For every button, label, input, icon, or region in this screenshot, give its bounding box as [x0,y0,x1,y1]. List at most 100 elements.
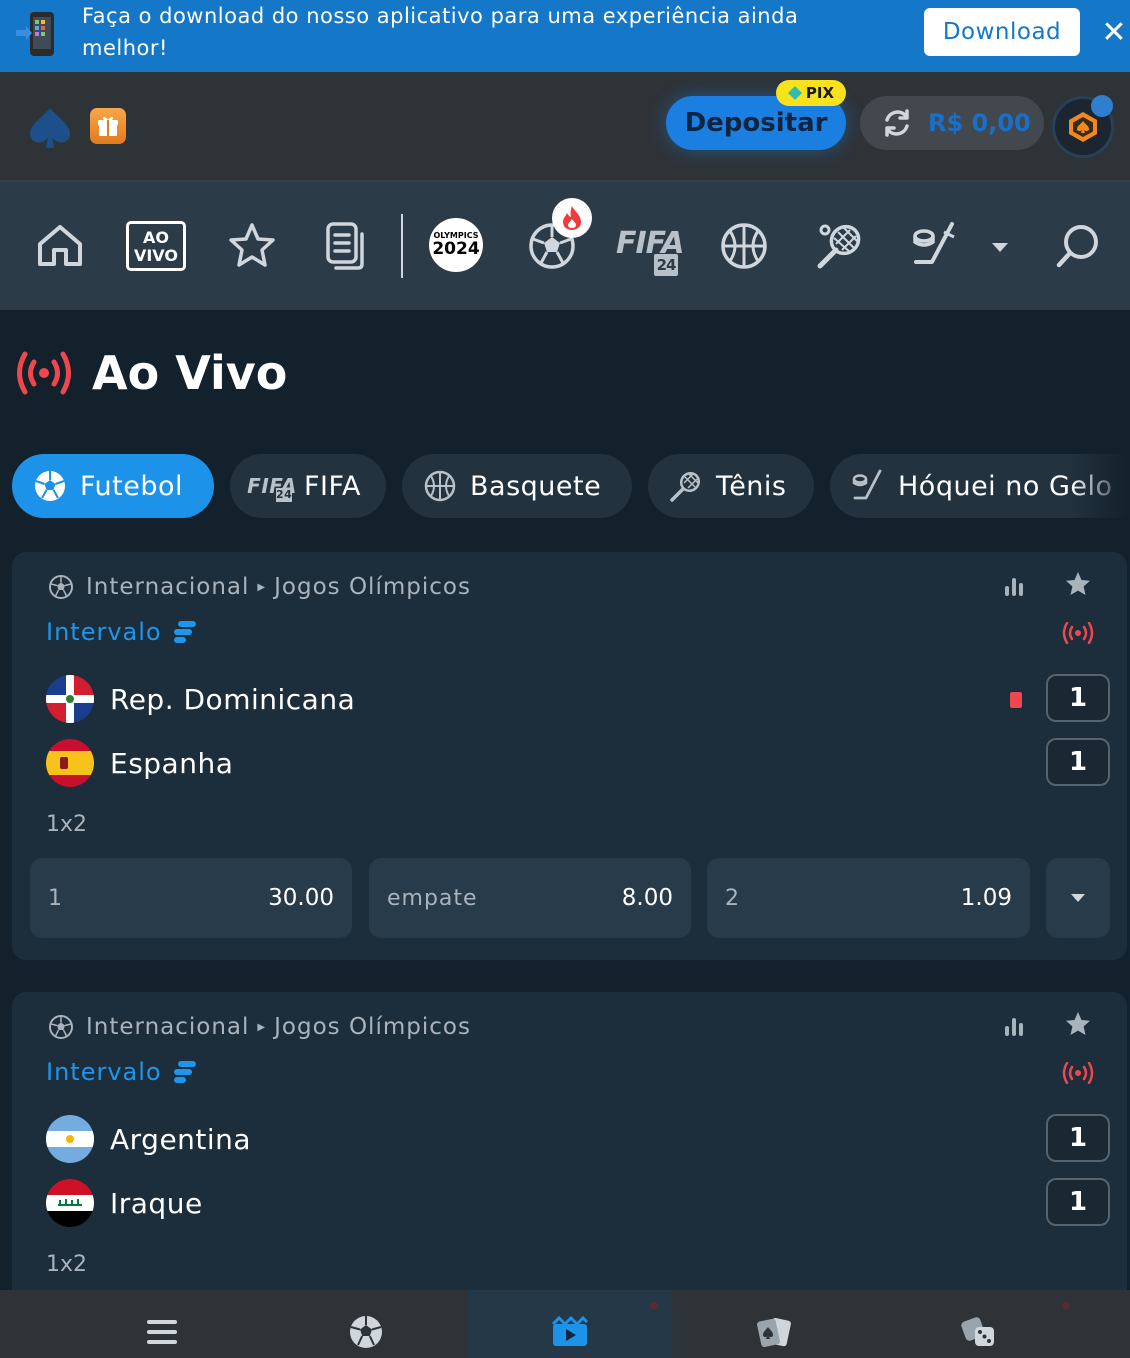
star-icon[interactable] [226,220,278,272]
chip-futebol[interactable]: Futebol [12,454,214,518]
home-team: Argentina [46,1114,251,1164]
live-broadcast-icon [17,351,71,395]
momentum-icon [173,621,196,643]
chip-label: Tênis [716,470,787,502]
football-icon [35,471,65,501]
fifa-icon[interactable]: FIFA 24 [616,226,684,278]
live-broadcast-icon [1062,622,1094,644]
basketball-icon[interactable] [718,220,770,272]
sports-tab-football-icon[interactable] [264,1290,468,1358]
match-card[interactable]: Internacional ▶ Jogos Olímpicos Interval… [12,552,1127,960]
fifa-number: 24 [654,254,678,276]
away-team: Iraque [46,1178,203,1228]
notification-dot [1062,1302,1070,1310]
league-country: Internacional [86,1014,250,1040]
league-country: Internacional [86,574,250,600]
momentum-icon [173,1061,196,1083]
chip-fifa-number: 24 [276,488,293,502]
star-icon[interactable] [1064,570,1092,598]
dominican-republic-flag-icon [46,675,94,723]
stats-icon[interactable] [1002,1014,1026,1038]
chip-label: FIFA [304,470,362,502]
football-icon [49,1015,73,1039]
league-name: Jogos Olímpicos [274,574,471,600]
team-name: Iraque [110,1186,203,1220]
close-icon[interactable]: ✕ [1100,15,1128,50]
breadcrumb-separator-icon: ▶ [257,581,267,593]
app-download-banner: Faça o download do nosso aplicativo para… [0,0,1130,72]
refresh-icon[interactable] [882,108,912,138]
spain-flag-icon [46,739,94,787]
odd-button-away[interactable]: 2 1.09 [707,858,1030,938]
hockey-icon [852,469,882,500]
away-team: Espanha [46,738,233,788]
gift-icon[interactable] [90,108,126,144]
star-icon[interactable] [1064,1010,1092,1038]
chip-basquete[interactable]: Basquete [402,454,632,518]
status-label: Intervalo [46,1058,162,1086]
olympics-year: 2024 [432,239,480,259]
chevron-down-icon[interactable] [974,220,1026,272]
casino-cards-icon[interactable] [672,1290,876,1358]
odd-button-draw[interactable]: empate 8.00 [369,858,691,938]
argentina-flag-icon [46,1115,94,1163]
balance-button[interactable]: R$ 0,00 [860,96,1044,150]
home-icon[interactable] [34,220,86,272]
odd-value: 1.09 [960,885,1012,911]
hockey-icon[interactable] [910,220,962,272]
live-nav-item[interactable]: AO VIVO [126,221,186,271]
odd-label: 2 [725,885,740,911]
page-title: Ao Vivo [92,346,288,400]
olympics-icon[interactable]: OLYMPICS 2024 [429,218,483,272]
home-score: 1 [1046,1114,1110,1162]
live-nav-line2: VIVO [133,246,179,265]
pix-label: PIX [805,84,835,102]
market-label: 1x2 [46,812,88,837]
live-nav-line1: AO [143,228,169,247]
odd-value: 8.00 [621,885,673,911]
mobile-phone-icon [16,12,54,56]
notification-dot [650,1302,658,1310]
banner-message: Faça o download do nosso aplicativo para… [82,4,799,60]
dice-icon[interactable] [876,1290,1080,1358]
chevron-down-icon [1071,894,1085,902]
search-icon[interactable] [1052,220,1104,272]
live-video-icon[interactable] [468,1290,672,1358]
away-score: 1 [1046,1178,1110,1226]
bottom-nav [0,1290,1130,1358]
tennis-icon [670,472,701,502]
home-team: Rep. Dominicana [46,674,355,724]
pix-icon [787,86,802,100]
betslip-icon[interactable] [322,220,374,272]
fire-badge-icon [552,198,592,238]
odd-value: 30.00 [268,885,334,911]
home-score: 1 [1046,674,1110,722]
odd-label: 1 [48,885,63,911]
balance-amount: R$ 0,00 [928,109,1031,137]
league-breadcrumb[interactable]: Internacional ▶ Jogos Olímpicos [48,572,471,602]
more-markets-button[interactable] [1046,858,1110,938]
sport-filter-chips: Futebol FIFA 24 FIFA Basquete Tênis Hóqu… [12,454,1130,518]
red-card-icon [1010,692,1022,708]
status-label: Intervalo [46,618,162,646]
chip-label: Futebol [80,470,184,502]
chip-tenis[interactable]: Tênis [648,454,814,518]
stats-icon[interactable] [1002,574,1026,598]
team-name: Espanha [110,746,234,780]
market-label: 1x2 [46,1252,88,1277]
match-card[interactable]: Internacional ▶ Jogos Olímpicos Interval… [12,992,1127,1312]
user-icon [1091,95,1113,117]
spade-logo-icon[interactable] [26,104,74,152]
live-broadcast-icon [1062,1062,1094,1084]
team-name: Argentina [110,1122,252,1156]
fifa-icon: FIFA 24 [247,468,296,504]
odd-button-home[interactable]: 1 30.00 [30,858,352,938]
tennis-icon[interactable] [814,220,866,272]
iraq-flag-icon [46,1179,94,1227]
league-breadcrumb[interactable]: Internacional ▶ Jogos Olímpicos [48,1012,471,1042]
pix-badge: PIX [776,80,846,106]
chip-fifa[interactable]: FIFA 24 FIFA [230,454,386,518]
download-button[interactable]: Download [924,8,1080,56]
user-avatar[interactable] [1052,95,1114,158]
menu-icon[interactable] [60,1290,264,1358]
